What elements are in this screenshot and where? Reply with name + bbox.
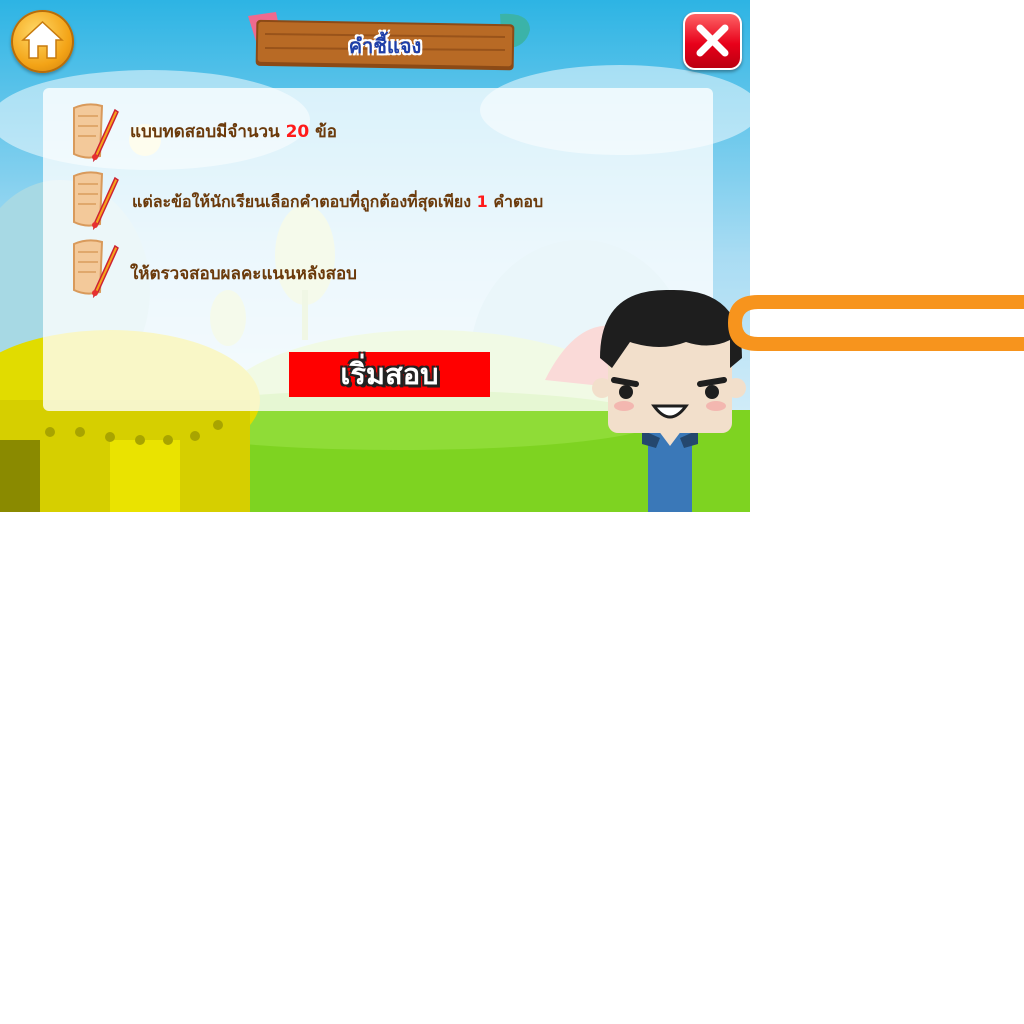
game-stage: คำชี้แจง แบบทดสอบมีจำนวน 20 ข้อ แต่ละข้อ… <box>0 0 750 512</box>
scroll-pencil-icon <box>73 239 119 298</box>
close-icon <box>696 24 729 57</box>
start-exam-button[interactable]: เริ่มสอบ <box>289 352 490 397</box>
home-button[interactable] <box>11 10 74 73</box>
instruction-item-2: แต่ละข้อให้นักเรียนเลือกคำตอบที่ถูกต้องท… <box>68 170 708 230</box>
instruction-text-2: แต่ละข้อให้นักเรียนเลือกคำตอบที่ถูกต้องท… <box>132 192 544 211</box>
boy-character <box>592 289 746 512</box>
instruction-item-1: แบบทดสอบมีจำนวน 20 ข้อ <box>68 102 708 162</box>
instruction-text-3: ให้ตรวจสอบผลคะแนนหลังสอบ <box>130 264 357 284</box>
scroll-pencil-icon <box>73 171 119 230</box>
page-title: คำชี้แจง <box>348 34 422 58</box>
start-exam-label: เริ่มสอบ <box>340 357 439 391</box>
close-button[interactable] <box>683 12 742 70</box>
orange-rail <box>728 295 1024 351</box>
scroll-pencil-icon <box>73 103 119 162</box>
home-icon <box>21 20 64 59</box>
instruction-text-1: แบบทดสอบมีจำนวน 20 ข้อ <box>130 122 338 142</box>
